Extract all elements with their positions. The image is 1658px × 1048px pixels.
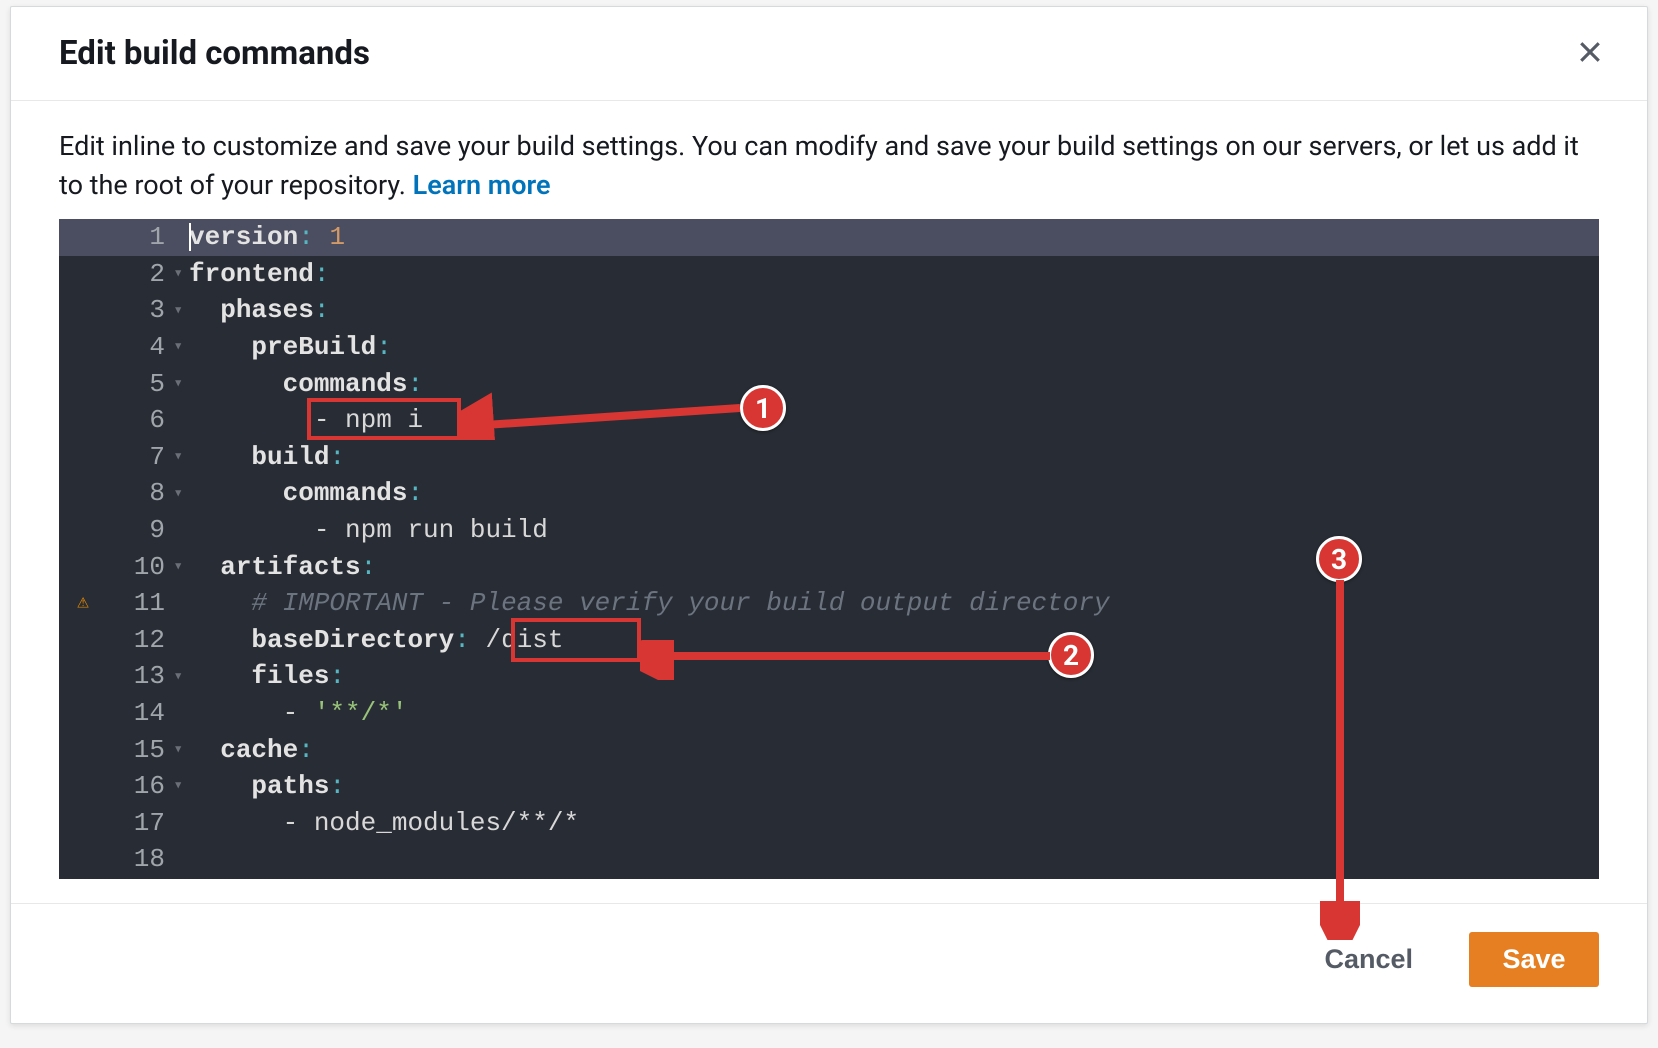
description-text: Edit inline to customize and save your b… — [59, 127, 1599, 205]
modal-title: Edit build commands — [59, 34, 370, 73]
learn-more-link[interactable]: Learn more — [413, 169, 551, 201]
code-area[interactable]: version: 1 frontend: phases: preBuild: c… — [183, 219, 1599, 879]
modal-header: Edit build commands — [11, 7, 1647, 101]
code-editor[interactable]: Light Dark 1 2▾ 3▾ 4▾ 5▾ 6 7▾ 8▾ 9 10▾ ⚠… — [59, 219, 1599, 879]
close-icon — [1575, 37, 1605, 67]
save-button[interactable]: Save — [1469, 932, 1599, 987]
close-button[interactable] — [1569, 31, 1611, 76]
edit-build-commands-modal: Edit build commands Edit inline to custo… — [10, 6, 1648, 1024]
cancel-button[interactable]: Cancel — [1294, 932, 1443, 987]
modal-body: Edit inline to customize and save your b… — [11, 101, 1647, 903]
description-span: Edit inline to customize and save your b… — [59, 130, 1579, 201]
warning-icon: ⚠ — [77, 585, 89, 622]
editor-gutter: 1 2▾ 3▾ 4▾ 5▾ 6 7▾ 8▾ 9 10▾ ⚠11 12 13▾ 1… — [59, 219, 183, 879]
modal-footer: Cancel Save — [11, 903, 1647, 1023]
